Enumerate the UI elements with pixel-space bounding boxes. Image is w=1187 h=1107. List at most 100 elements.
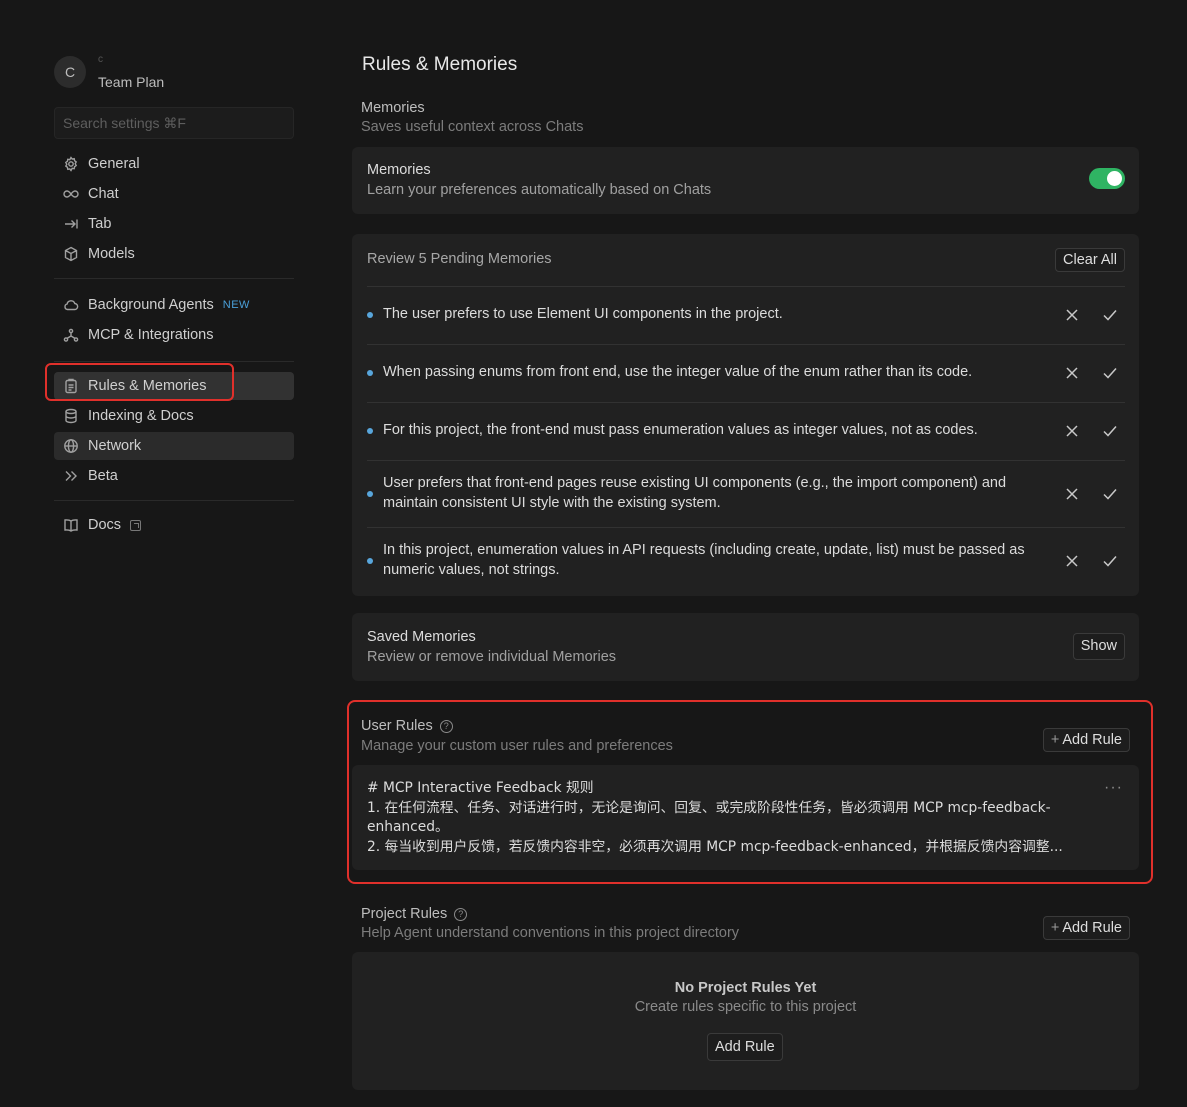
bullet-dot xyxy=(367,491,373,497)
add-project-rule-empty-button[interactable]: Add Rule xyxy=(707,1033,783,1061)
bullet-dot xyxy=(367,428,373,434)
rule-line: 1. 在任何流程、任务、对话进行时，无论是询问、回复、或完成阶段性任务，皆必须调… xyxy=(367,799,1051,836)
sidebar-item-models[interactable]: Models xyxy=(54,240,294,268)
plus-icon: + xyxy=(1050,920,1060,936)
project-rules-subtitle: Help Agent understand conventions in thi… xyxy=(361,925,740,941)
user-rule-content: # MCP Interactive Feedback 规则 1. 在任何流程、任… xyxy=(367,779,1087,857)
book-icon xyxy=(62,516,80,534)
saved-memories-subtitle: Review or remove individual Memories xyxy=(367,649,617,665)
pending-memory-item: The user prefers to use Element UI compo… xyxy=(367,286,1125,344)
add-rule-label: Add Rule xyxy=(1062,920,1122,936)
pending-memory-item: User prefers that front-end pages reuse … xyxy=(367,460,1125,527)
accept-memory-icon[interactable] xyxy=(1101,422,1119,440)
account-name: c xyxy=(98,54,103,65)
tab-arrow-icon xyxy=(62,215,80,233)
sidebar-item-label: Background Agents xyxy=(88,297,214,313)
memories-card-title: Memories xyxy=(367,162,431,178)
sidebar-item-label: General xyxy=(88,156,140,172)
pending-memory-item: When passing enums from front end, use t… xyxy=(367,344,1125,402)
clear-all-button[interactable]: Clear All xyxy=(1055,248,1125,272)
sidebar-item-label: Tab xyxy=(88,216,112,232)
pending-memory-text: The user prefers to use Element UI compo… xyxy=(383,306,783,322)
avatar: C xyxy=(54,56,86,88)
sidebar-item-mcp-integrations[interactable]: MCP & Integrations xyxy=(54,321,294,349)
accept-memory-icon[interactable] xyxy=(1101,485,1119,503)
reject-memory-icon[interactable] xyxy=(1063,485,1081,503)
help-icon[interactable]: ? xyxy=(454,908,468,921)
accept-memory-icon[interactable] xyxy=(1101,364,1119,382)
sidebar-item-rules-memories[interactable]: Rules & Memories xyxy=(54,372,294,400)
sidebar-item-label: MCP & Integrations xyxy=(88,327,214,343)
sidebar-item-background-agents[interactable]: Background Agents NEW xyxy=(54,291,294,319)
sidebar-item-label: Chat xyxy=(88,186,119,202)
memories-section-subtitle: Saves useful context across Chats xyxy=(361,119,584,135)
bullet-dot xyxy=(367,312,373,318)
add-rule-label: Add Rule xyxy=(1062,732,1122,748)
pending-memory-item: In this project, enumeration values in A… xyxy=(367,527,1125,594)
sidebar-divider xyxy=(54,361,294,362)
accept-memory-icon[interactable] xyxy=(1101,306,1119,324)
pending-memory-item: For this project, the front-end must pas… xyxy=(367,402,1125,460)
sidebar-item-label: Network xyxy=(88,438,142,454)
sidebar-item-label: Docs xyxy=(88,517,122,533)
add-project-rule-button[interactable]: + Add Rule xyxy=(1042,916,1130,940)
sidebar-item-label: Beta xyxy=(88,468,118,484)
pending-memory-text: When passing enums from front end, use t… xyxy=(383,364,973,380)
bullet-dot xyxy=(367,558,373,564)
page-title: Rules & Memories xyxy=(362,54,518,75)
sidebar-item-tab[interactable]: Tab xyxy=(54,210,294,238)
user-rules-subtitle: Manage your custom user rules and prefer… xyxy=(361,738,673,754)
reject-memory-icon[interactable] xyxy=(1063,364,1081,382)
help-icon[interactable]: ? xyxy=(439,720,453,733)
user-rules-label: User Rules? xyxy=(361,718,453,734)
show-saved-memories-button[interactable]: Show xyxy=(1072,633,1125,660)
infinity-icon xyxy=(62,185,80,203)
sidebar-item-label: Indexing & Docs xyxy=(88,408,194,424)
reject-memory-icon[interactable] xyxy=(1063,306,1081,324)
pending-memory-text: For this project, the front-end must pas… xyxy=(383,422,978,438)
reject-memory-icon[interactable] xyxy=(1063,552,1081,570)
gear-icon xyxy=(62,155,80,173)
account-profile[interactable]: C c Team Plan xyxy=(54,54,294,96)
bullet-dot xyxy=(367,370,373,376)
plus-icon: + xyxy=(1050,732,1060,748)
sidebar-divider xyxy=(54,500,294,501)
memories-card: Memories Learn your preferences automati… xyxy=(352,147,1139,214)
pending-memories-header: Review 5 Pending Memories xyxy=(367,251,552,267)
sidebar-item-indexing-docs[interactable]: Indexing & Docs xyxy=(54,402,294,430)
clipboard-icon xyxy=(62,377,80,395)
database-icon xyxy=(62,407,80,425)
user-rules-label-text: User Rules xyxy=(361,718,433,734)
accept-memory-icon[interactable] xyxy=(1101,552,1119,570)
sidebar-item-general[interactable]: General xyxy=(54,150,294,178)
account-plan: Team Plan xyxy=(98,74,165,90)
pending-memory-text: In this project, enumeration values in A… xyxy=(383,542,1025,578)
memories-card-subtitle: Learn your preferences automatically bas… xyxy=(367,182,712,198)
project-rules-label: Project Rules? xyxy=(361,906,468,922)
sidebar-item-network[interactable]: Network xyxy=(54,432,294,460)
sidebar-item-label: Models xyxy=(88,246,135,262)
empty-state-title: No Project Rules Yet xyxy=(674,980,817,996)
memories-toggle[interactable] xyxy=(1089,168,1125,189)
memories-section-label: Memories xyxy=(361,100,425,116)
more-options-icon[interactable]: ··· xyxy=(1104,779,1123,797)
rule-line: 2. 每当收到用户反馈，若反馈内容非空，必须再次调用 MCP mcp-feedb… xyxy=(367,838,1063,855)
empty-state-subtitle: Create rules specific to this project xyxy=(634,999,857,1015)
pending-memories-card: Review 5 Pending Memories Clear All The … xyxy=(352,234,1139,596)
user-rule-card[interactable]: # MCP Interactive Feedback 规则 1. 在任何流程、任… xyxy=(352,765,1139,870)
sidebar-item-label: Rules & Memories xyxy=(88,378,207,394)
saved-memories-card: Saved Memories Review or remove individu… xyxy=(352,613,1139,681)
project-rules-empty-state: No Project Rules Yet Create rules specif… xyxy=(352,952,1139,1090)
sidebar-item-beta[interactable]: Beta xyxy=(54,462,294,490)
cube-icon xyxy=(62,245,80,263)
sidebar-item-chat[interactable]: Chat xyxy=(54,180,294,208)
add-user-rule-button[interactable]: + Add Rule xyxy=(1042,728,1130,752)
new-badge: NEW xyxy=(222,299,250,311)
cloud-icon xyxy=(62,296,80,314)
sidebar-item-docs[interactable]: Docs xyxy=(54,511,294,539)
search-settings-input[interactable] xyxy=(54,107,294,139)
saved-memories-title: Saved Memories xyxy=(367,629,476,645)
project-rules-label-text: Project Rules xyxy=(361,906,448,922)
reject-memory-icon[interactable] xyxy=(1063,422,1081,440)
nodes-icon xyxy=(62,326,80,344)
